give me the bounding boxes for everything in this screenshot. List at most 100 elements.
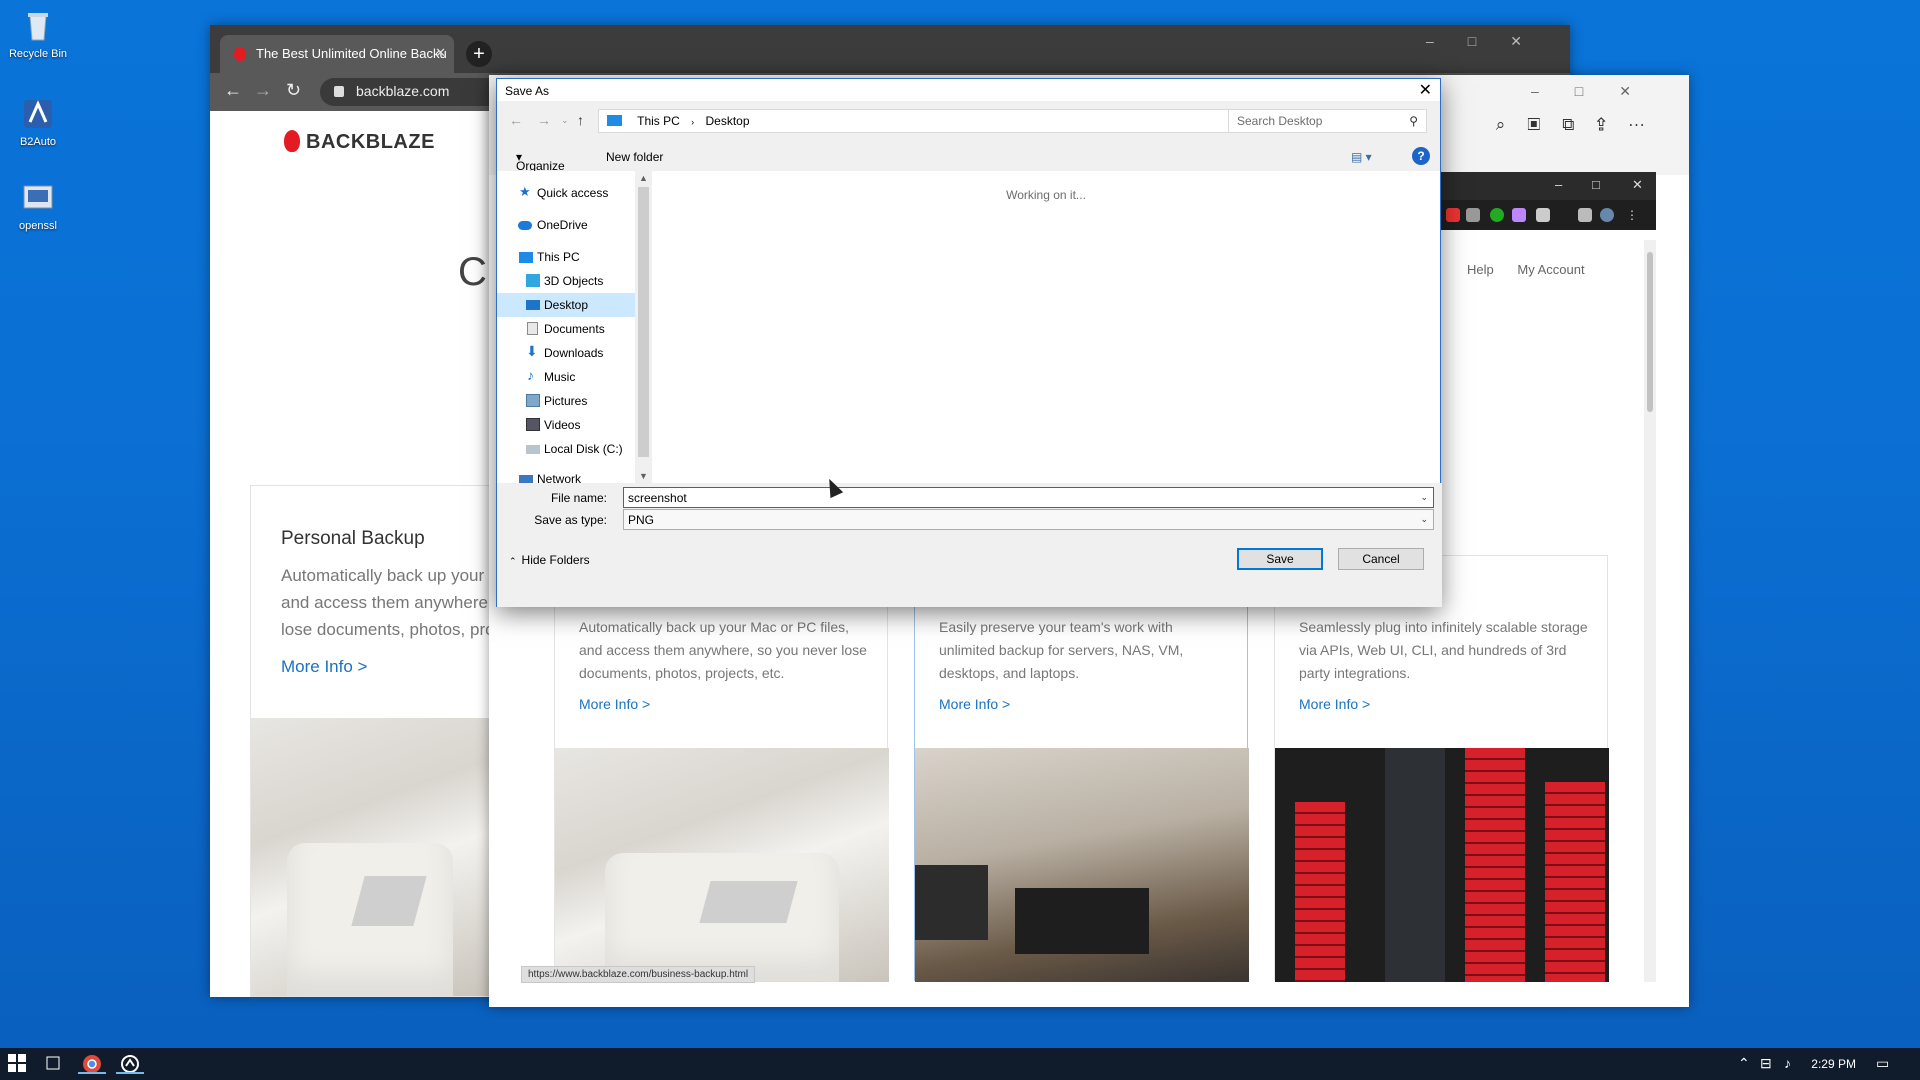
minimize-icon[interactable]: – xyxy=(1555,177,1562,192)
help-link[interactable]: Help xyxy=(1467,262,1494,277)
save-as-type-select[interactable]: PNG ⌄ xyxy=(623,509,1434,530)
clock[interactable]: 2:29 PM xyxy=(1811,1057,1856,1071)
file-name-label: File name: xyxy=(550,491,607,505)
more-info-link[interactable]: More Info > xyxy=(281,657,489,677)
scroll-up-icon[interactable]: ▲ xyxy=(639,173,648,183)
nav-local-disk[interactable]: Local Disk (C:) xyxy=(497,437,635,461)
server-rack xyxy=(1465,748,1525,982)
extension-icon[interactable] xyxy=(1466,208,1480,222)
music-icon: ♪ xyxy=(527,367,534,383)
avatar[interactable] xyxy=(1600,208,1614,222)
file-name-input[interactable]: screenshot ⌄ xyxy=(623,487,1434,508)
backblaze-favicon-icon xyxy=(234,47,246,61)
window-controls[interactable]: –□✕ xyxy=(1531,83,1667,100)
dialog-title-bar: Save As ✕ xyxy=(497,79,1440,101)
openssl-icon xyxy=(20,180,56,216)
nav-network[interactable]: Network xyxy=(497,467,635,483)
nav-label: Network xyxy=(537,472,582,483)
file-list-pane[interactable]: Working on it... xyxy=(652,171,1440,483)
reload-icon[interactable]: ↻ xyxy=(286,80,301,101)
maximize-icon[interactable]: □ xyxy=(1592,177,1600,192)
browser-tab[interactable]: The Best Unlimited Online Backu ✕ xyxy=(220,35,454,73)
nav-onedrive[interactable]: OneDrive xyxy=(497,213,635,237)
back-icon[interactable]: ← xyxy=(224,80,242,101)
forward-icon[interactable]: → xyxy=(254,80,272,101)
card-title: Personal Backup xyxy=(281,528,425,549)
start-button[interactable] xyxy=(8,1054,28,1074)
breadcrumb[interactable]: This PC › Desktop ⌄ xyxy=(598,109,1288,133)
hide-folders-button[interactable]: ⌃ Hide Folders xyxy=(509,553,590,567)
nav-desktop[interactable]: Desktop xyxy=(497,293,635,317)
backblaze-logo[interactable]: BACKBLAZE xyxy=(284,130,435,154)
more-info-link[interactable]: More Info > xyxy=(1299,696,1370,712)
breadcrumb-desktop[interactable]: Desktop xyxy=(706,114,750,128)
nav-scrollbar[interactable]: ▲ ▼ xyxy=(635,171,652,483)
close-tab-icon[interactable]: ✕ xyxy=(435,45,446,61)
my-account-link[interactable]: My Account xyxy=(1517,262,1584,277)
desktop-icon-openssl[interactable]: openssl xyxy=(0,180,76,232)
team-photo xyxy=(915,748,1249,982)
notifications-icon[interactable]: ▭ xyxy=(1876,1055,1889,1072)
chevron-down-icon[interactable]: ⌄ xyxy=(1420,492,1428,503)
save-fields: File name: screenshot ⌄ Save as type: PN… xyxy=(497,483,1442,607)
nav-documents[interactable]: Documents xyxy=(497,317,635,341)
network-icon[interactable]: ⊟ xyxy=(1760,1055,1772,1072)
close-icon[interactable]: ✕ xyxy=(1632,177,1643,193)
scrollbar-thumb[interactable] xyxy=(638,187,649,457)
nav-music[interactable]: ♪ Music xyxy=(497,365,635,389)
document-icon xyxy=(527,322,538,335)
extension-icon[interactable] xyxy=(1512,208,1526,222)
reading-list-icon[interactable] xyxy=(1578,208,1592,222)
active-indicator xyxy=(116,1072,144,1074)
nav-videos[interactable]: Videos xyxy=(497,413,635,437)
pictures-icon xyxy=(526,394,540,407)
extension-icon[interactable] xyxy=(1490,208,1504,222)
new-tab-button[interactable]: + xyxy=(466,41,492,67)
cloud-icon xyxy=(518,221,532,230)
show-hidden-icons-icon[interactable]: ⌃ xyxy=(1738,1055,1750,1072)
organize-button[interactable]: Organize ▾ xyxy=(516,150,565,173)
more-info-link[interactable]: More Info > xyxy=(579,696,650,712)
more-info-link[interactable]: More Info > xyxy=(939,696,1010,712)
nav-quick-access[interactable]: ★ Quick access xyxy=(497,181,635,205)
page-scrollbar[interactable] xyxy=(1644,240,1656,982)
save-button[interactable]: Save xyxy=(1237,548,1323,570)
backblaze-taskbar-button[interactable] xyxy=(116,1054,144,1074)
up-icon[interactable]: ↑ xyxy=(577,112,584,128)
card-text: Easily preserve your team's work with un… xyxy=(939,619,1184,681)
scroll-down-icon[interactable]: ▼ xyxy=(639,471,648,481)
chrome-taskbar-button[interactable] xyxy=(78,1054,106,1074)
nav-label: Downloads xyxy=(544,346,604,360)
extension-icon[interactable] xyxy=(1446,208,1460,222)
cancel-button[interactable]: Cancel xyxy=(1338,548,1424,570)
recent-locations-icon[interactable]: ⌄ xyxy=(561,115,569,126)
nav-this-pc[interactable]: This PC xyxy=(497,245,635,269)
back-icon[interactable]: ← xyxy=(509,112,523,128)
task-view-button[interactable] xyxy=(44,1054,64,1074)
close-icon[interactable]: ✕ xyxy=(1419,80,1432,100)
extension-icon[interactable] xyxy=(1536,208,1550,222)
help-icon[interactable]: ? xyxy=(1412,147,1430,165)
file-name-value: screenshot xyxy=(628,491,687,505)
menu-icon[interactable]: ⋮ xyxy=(1626,208,1640,222)
product-cards: Automatically back up your Mac or PC fil… xyxy=(554,555,1609,982)
scrollbar-thumb[interactable] xyxy=(1647,252,1653,412)
edge-tools[interactable]: ⌕▣⧉⇪⋯ xyxy=(1496,115,1667,135)
forward-icon[interactable]: → xyxy=(537,112,551,128)
computer-icon xyxy=(519,252,533,263)
desktop-icon-recycle-bin[interactable]: Recycle Bin xyxy=(0,8,76,60)
window-controls[interactable]: –□✕ xyxy=(1426,33,1556,50)
lock-icon xyxy=(334,86,344,97)
volume-icon[interactable]: ♪ xyxy=(1784,1055,1791,1071)
site-nav: Help My Account xyxy=(1467,262,1585,277)
search-field[interactable]: Search Desktop ⚲ xyxy=(1228,109,1427,133)
nav-3d-objects[interactable]: 3D Objects xyxy=(497,269,635,293)
nav-pictures[interactable]: Pictures xyxy=(497,389,635,413)
new-folder-button[interactable]: New folder xyxy=(606,150,663,164)
recycle-bin-icon xyxy=(20,8,56,44)
nav-downloads[interactable]: ⬇ Downloads xyxy=(497,341,635,365)
breadcrumb-this-pc[interactable]: This PC xyxy=(637,114,680,128)
desktop-icon-b2auto[interactable]: B2Auto xyxy=(0,96,76,148)
chevron-down-icon[interactable]: ⌄ xyxy=(1420,514,1428,525)
view-options-icon[interactable]: ▤ ▾ xyxy=(1351,150,1372,164)
